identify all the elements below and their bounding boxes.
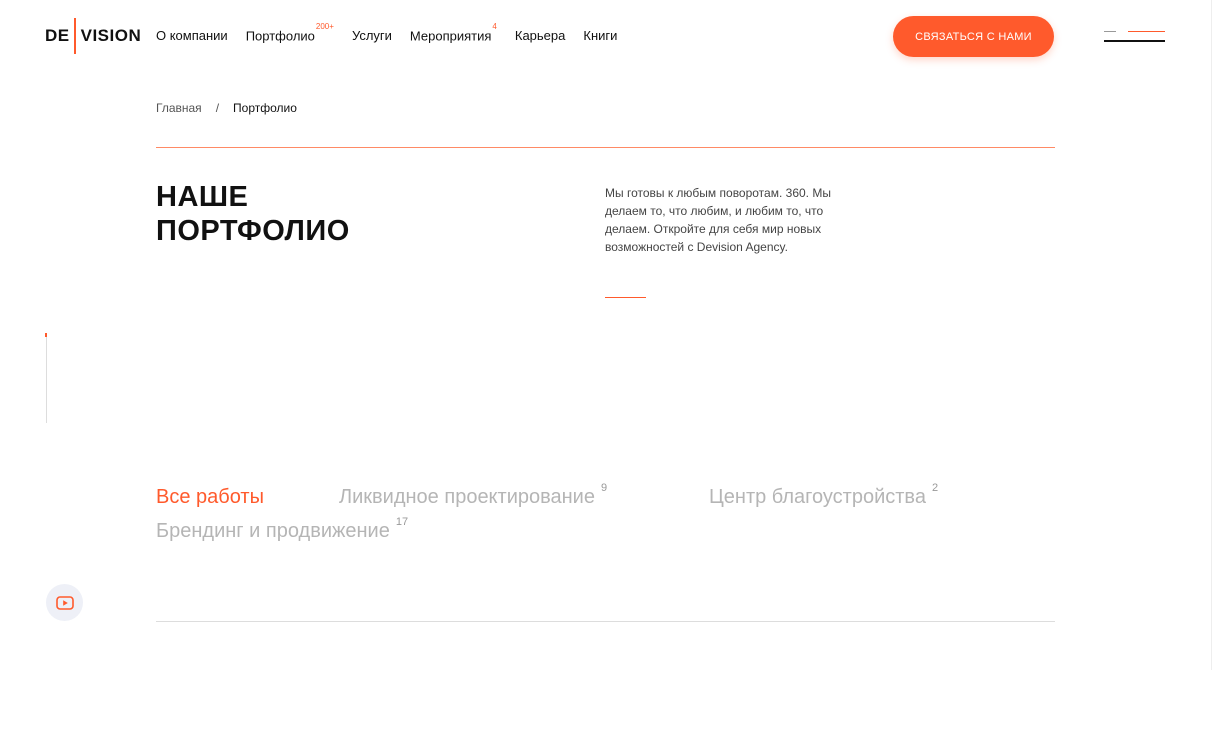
filter-label: Центр благоустройства [709,486,926,508]
filter-branding[interactable]: Брендинг и продвижение 17 [156,516,408,543]
logo-divider [73,18,76,54]
nav-item-books[interactable]: Книги [583,28,617,43]
main-nav: О компании Портфолио200+ Услуги Мероприя… [156,22,635,44]
page-title-line1: НАШЕ [156,181,249,213]
breadcrumb-home[interactable]: Главная [156,101,202,115]
menu-line [1104,31,1116,32]
hero-description: Мы готовы к любым поворотам. 360. Мы дел… [605,186,831,254]
filter-label: Брендинг и продвижение [156,520,390,542]
accent-underline [605,297,646,298]
filter-count: 17 [395,516,409,528]
logo[interactable]: DE VISION [45,18,141,54]
nav-badge: 4 [492,22,497,31]
filter-count: 2 [931,482,939,494]
divider [156,147,1055,148]
filter-liquid-design[interactable]: Ликвидное проектирование 9 [339,482,607,509]
breadcrumb-separator: / [215,101,220,115]
youtube-play-icon [55,595,74,610]
nav-label: Книги [583,28,618,43]
nav-label: Портфолио [245,28,315,44]
nav-item-portfolio[interactable]: Портфолио200+ [245,22,334,44]
scroll-indicator-marker [45,333,47,337]
logo-text-right: VISION [80,26,142,45]
page-title: НАШЕ ПОРТФОЛИО [156,180,456,248]
filter-all-works[interactable]: Все работы [156,486,264,509]
logo-text-left: DE [45,26,70,45]
nav-label: Карьера [514,28,566,43]
nav-label: Услуги [351,28,392,43]
nav-label: Мероприятия [409,28,492,44]
filter-count: 9 [600,482,608,494]
divider [156,621,1055,622]
nav-badge: 200+ [315,22,334,31]
nav-label: О компании [156,28,228,43]
breadcrumb-current: Портфолио [233,101,297,115]
filter-label: Все работы [156,486,264,508]
menu-line [1104,40,1165,42]
filter-landscaping-center[interactable]: Центр благоустройства 2 [709,482,938,509]
menu-line-accent [1128,31,1165,32]
breadcrumb: Главная / Портфолио [156,101,297,115]
nav-item-about[interactable]: О компании [156,28,228,43]
nav-item-services[interactable]: Услуги [352,28,392,43]
scroll-indicator [45,333,47,423]
filter-label: Ликвидное проектирование [339,486,595,508]
hamburger-menu-icon[interactable] [1104,28,1165,44]
nav-item-career[interactable]: Карьера [515,28,566,43]
page-title-line2: ПОРТФОЛИО [156,215,350,247]
contact-us-button[interactable]: СВЯЗАТЬСЯ С НАМИ [893,16,1054,57]
nav-item-events[interactable]: Мероприятия4 [409,22,497,44]
video-button[interactable] [46,584,83,621]
